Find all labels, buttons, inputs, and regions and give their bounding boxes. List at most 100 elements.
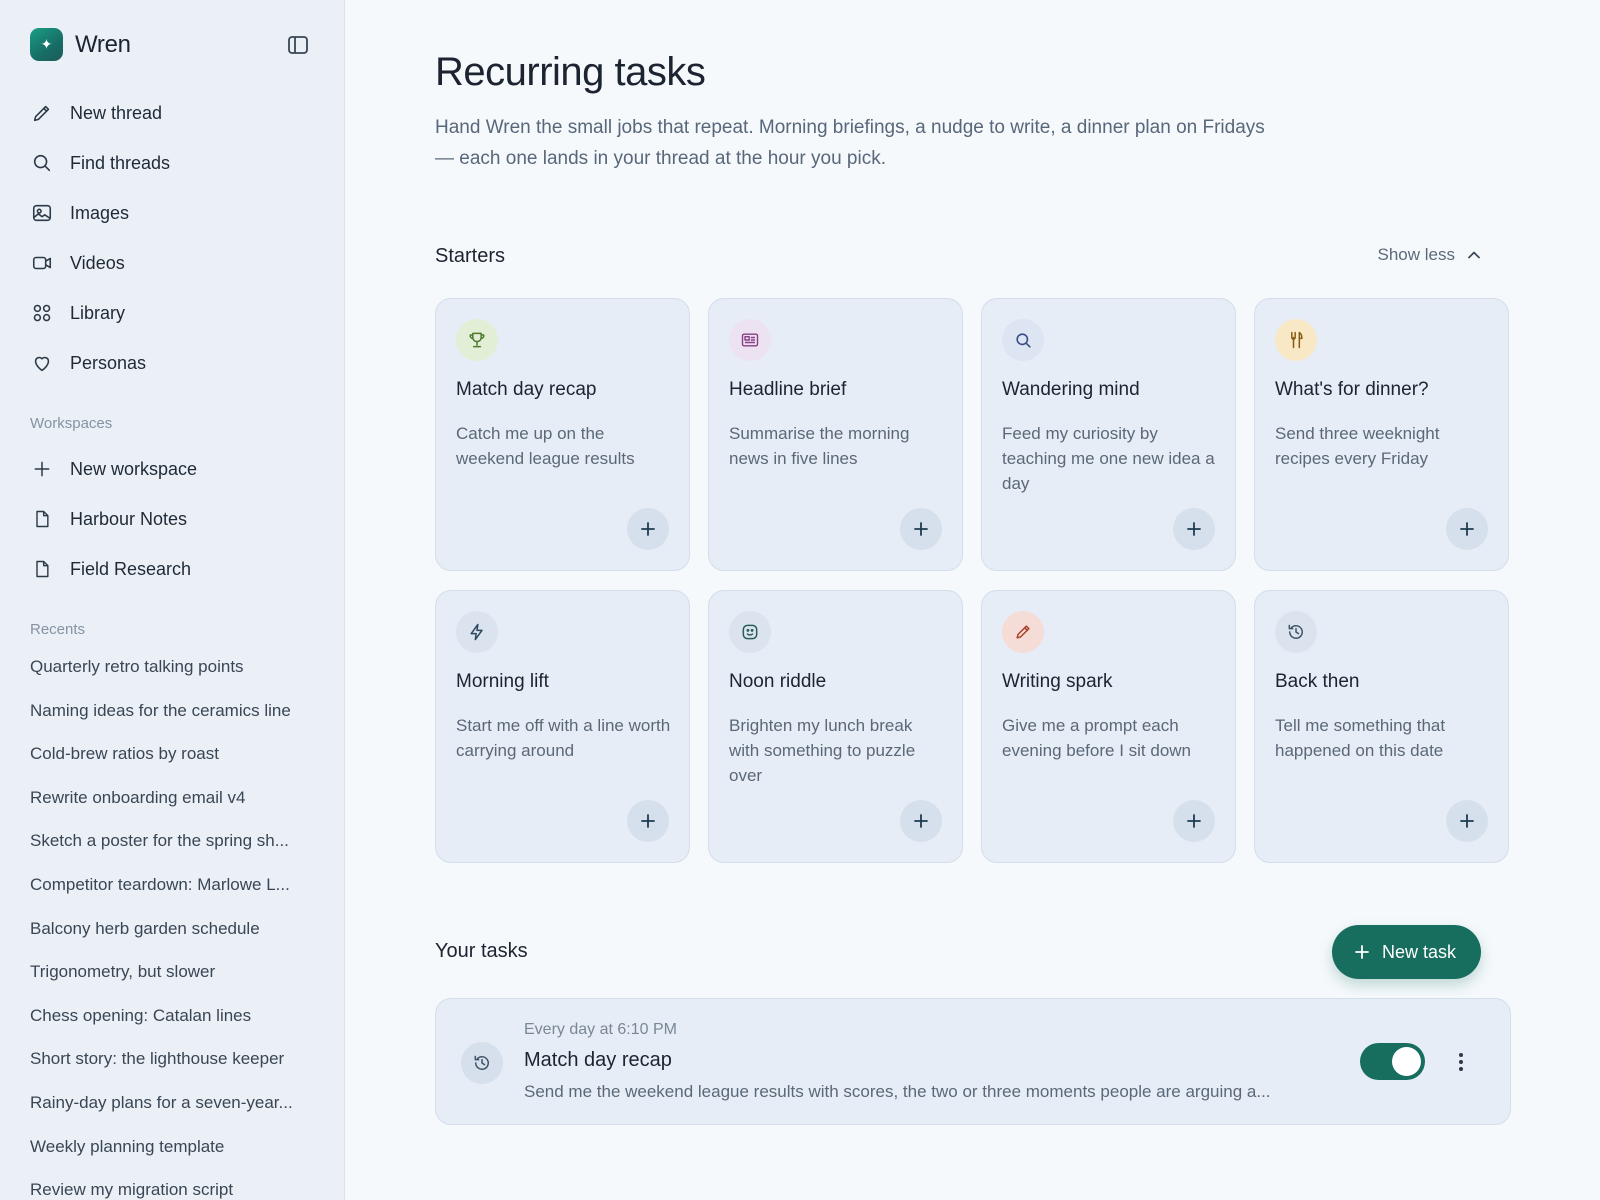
document-icon [30,557,54,581]
starter-card[interactable]: Noon riddle Brighten my lunch break with… [708,590,963,863]
recents-heading: Recents [30,621,86,638]
recent-item[interactable]: Review my migration script [30,1175,320,1200]
pencil-icon [1002,611,1044,653]
plus-icon [914,522,928,536]
video-icon [30,251,54,275]
recent-item[interactable]: Trigonometry, but slower [30,957,320,1001]
grid-icon [30,301,54,325]
task-schedule: Every day at 6:10 PM [524,1021,677,1038]
starter-card[interactable]: Back then Tell me something that happene… [1254,590,1509,863]
recent-item[interactable]: Rainy-day plans for a seven-year... [30,1088,320,1132]
smiley-icon [729,611,771,653]
nav-personas[interactable]: Personas [30,338,320,388]
starter-description: Summarise the morning news in five lines [729,424,910,468]
history-icon [461,1042,503,1084]
starter-card[interactable]: What's for dinner? Send three weeknight … [1254,298,1509,571]
recent-item[interactable]: Short story: the lighthouse keeper [30,1044,320,1088]
starter-card[interactable]: Morning lift Start me off with a line wo… [435,590,690,863]
add-starter-button[interactable] [900,508,942,550]
recent-item[interactable]: Cold-brew ratios by roast [30,739,320,783]
plus-icon [1460,814,1474,828]
new-task-button[interactable]: New task [1331,925,1481,979]
starter-description: Tell me something that happened on this … [1275,716,1446,760]
recent-item[interactable]: Chess opening: Catalan lines [30,1001,320,1045]
task-title: Match day recap [524,1049,672,1071]
recent-item[interactable]: Balcony herb garden schedule [30,914,320,958]
sidebar-panel-icon [288,36,308,54]
workspaces-list: New workspace Harbour Notes Field Resear… [30,444,320,594]
starter-description: Catch me up on the weekend league result… [456,424,635,468]
search-icon [30,151,54,175]
starter-card[interactable]: Wandering mind Feed my curiosity by teac… [981,298,1236,571]
starter-title: Morning lift [456,671,549,692]
recent-item[interactable]: Rewrite onboarding email v4 [30,783,320,827]
page-title: Recurring tasks [435,50,706,94]
plus-icon [1355,945,1369,959]
add-starter-button[interactable] [1173,508,1215,550]
document-icon [30,507,54,531]
heart-icon [30,351,54,375]
nav-new-thread[interactable]: New thread [30,88,320,138]
plus-icon [641,522,655,536]
trophy-icon [456,319,498,361]
nav-videos[interactable]: Videos [30,238,320,288]
starters-grid: Match day recap Catch me up on the weeke… [435,298,1511,863]
recent-item[interactable]: Naming ideas for the ceramics line [30,696,320,740]
main-nav: New thread Find threads Images Videos Li… [30,88,320,388]
nav-library[interactable]: Library [30,288,320,338]
workspace-field-research[interactable]: Field Research [30,544,320,594]
nav-label: Field Research [70,558,192,579]
starter-title: Match day recap [456,379,597,400]
brand[interactable]: ✦ Wren [30,28,131,61]
task-enabled-toggle[interactable] [1360,1043,1425,1080]
starter-title: Back then [1275,671,1360,692]
task-more-button[interactable] [1451,1048,1471,1076]
plus-icon [641,814,655,828]
more-vertical-icon [1459,1053,1463,1071]
plus-icon [1187,814,1201,828]
nav-label: Images [70,202,130,223]
recents-list: Quarterly retro talking points Naming id… [30,652,320,1200]
pencil-icon [30,101,54,125]
recent-item[interactable]: Sketch a poster for the spring sh... [30,826,320,870]
starter-description: Give me a prompt each evening before I s… [1002,716,1192,760]
nav-find-threads[interactable]: Find threads [30,138,320,188]
add-starter-button[interactable] [627,800,669,842]
add-starter-button[interactable] [1446,508,1488,550]
sidebar: ✦ Wren New thread Find threads Images Vi… [0,0,345,1200]
workspace-harbour-notes[interactable]: Harbour Notes [30,494,320,544]
starter-card[interactable]: Match day recap Catch me up on the weeke… [435,298,690,571]
brand-name: Wren [75,30,131,58]
plus-icon [30,457,54,481]
add-starter-button[interactable] [627,508,669,550]
starter-description: Start me off with a line worth carrying … [456,716,671,760]
lightning-icon [456,611,498,653]
starter-card[interactable]: Writing spark Give me a prompt each even… [981,590,1236,863]
starter-title: Wandering mind [1002,379,1140,400]
recent-item[interactable]: Quarterly retro talking points [30,652,320,696]
nav-label: New thread [70,102,163,123]
starter-title: Writing spark [1002,671,1113,692]
nav-new-workspace[interactable]: New workspace [30,444,320,494]
add-starter-button[interactable] [1446,800,1488,842]
sidebar-toggle-button[interactable] [287,35,309,55]
task-row[interactable]: Every day at 6:10 PM Match day recap Sen… [435,998,1511,1125]
newspaper-icon [729,319,771,361]
plus-icon [1187,522,1201,536]
task-description: Send me the weekend league results with … [524,1082,1271,1101]
nav-label: Personas [70,352,147,373]
add-starter-button[interactable] [900,800,942,842]
toggle-knob [1392,1047,1421,1076]
chevron-up-icon [1468,251,1480,259]
show-less-button[interactable]: Show less [1378,245,1481,265]
nav-images[interactable]: Images [30,188,320,238]
starter-title: Noon riddle [729,671,827,692]
nav-label: Find threads [70,152,171,173]
workspaces-heading: Workspaces [30,415,113,432]
recent-item[interactable]: Competitor teardown: Marlowe L... [30,870,320,914]
nav-label: Library [70,302,126,323]
starter-description: Feed my curiosity by teaching me one new… [1002,424,1215,493]
starter-card[interactable]: Headline brief Summarise the morning new… [708,298,963,571]
add-starter-button[interactable] [1173,800,1215,842]
recent-item[interactable]: Weekly planning template [30,1132,320,1176]
